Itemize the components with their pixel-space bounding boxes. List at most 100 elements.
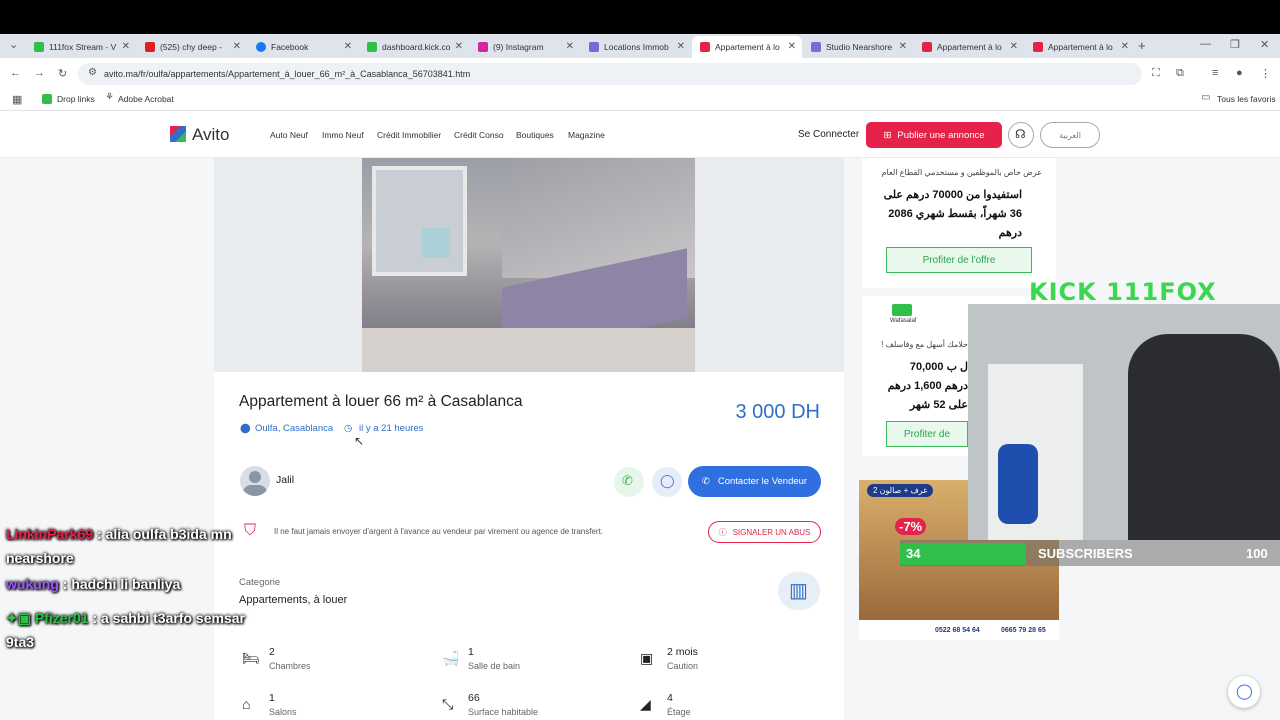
tab-7[interactable]: Studio Nearshore ✕ xyxy=(803,36,913,58)
category-value[interactable]: Appartements, à louer xyxy=(239,594,347,606)
instagram-icon xyxy=(478,42,488,52)
nav-credit-conso[interactable]: Crédit Conso xyxy=(454,130,504,140)
bookmark-adobe-acrobat[interactable]: Adobe Acrobat xyxy=(118,94,174,104)
deposit-icon: ▣ xyxy=(640,650,654,666)
close-icon[interactable]: ✕ xyxy=(122,41,130,52)
acrobat-icon: ⚘ xyxy=(105,92,114,103)
listing-photo[interactable] xyxy=(362,158,695,372)
webcam-overlay xyxy=(968,304,1280,540)
ad2-subtitle: حلامك أسهل مع وفاسلف ! xyxy=(881,340,968,349)
avito-icon xyxy=(1033,42,1043,52)
kick-icon xyxy=(367,42,377,52)
building-icon: ▥ xyxy=(789,580,808,602)
all-bookmarks[interactable]: Tous les favoris xyxy=(1217,94,1276,104)
forward-icon[interactable]: → xyxy=(34,67,45,79)
nav-credit-immobilier[interactable]: Crédit Immobilier xyxy=(377,130,441,140)
profile-icon[interactable]: ● xyxy=(1236,67,1243,79)
publish-button[interactable]: ⊞ Publier une annonce xyxy=(866,122,1002,148)
tab-1[interactable]: (525) chy deep - ✕ xyxy=(137,36,247,58)
seller-name[interactable]: Jalil xyxy=(276,474,294,486)
reload-icon[interactable]: ↻ xyxy=(58,67,67,80)
tab-2[interactable]: Facebook ✕ xyxy=(248,36,358,58)
login-link[interactable]: Se Connecter xyxy=(798,129,859,140)
site-info-icon[interactable]: ⚙ xyxy=(88,67,97,78)
new-tab-icon[interactable]: + xyxy=(1138,38,1146,53)
safety-warning: Il ne faut jamais envoyer d'argent à l'a… xyxy=(274,527,604,536)
ad1-offer-button[interactable]: Profiter de l'offre xyxy=(886,247,1032,273)
ad2-offer-button[interactable]: Profiter de xyxy=(886,421,968,447)
avito-icon xyxy=(811,42,821,52)
surface-icon: ⤡ xyxy=(442,696,454,712)
kick-icon xyxy=(34,42,44,52)
chat-button[interactable]: ◯ xyxy=(652,467,682,497)
close-icon[interactable]: ✕ xyxy=(788,41,796,52)
close-icon[interactable]: ✕ xyxy=(1010,41,1018,52)
listing-title: Appartement à louer 66 m² à Casablanca xyxy=(239,393,523,410)
avito-logo[interactable]: Avito xyxy=(192,125,230,145)
headset-icon: ☊ xyxy=(1015,127,1026,141)
restore-icon[interactable]: ❐ xyxy=(1230,38,1240,51)
report-abuse-button[interactable]: ⓘ SIGNALER UN ABUS xyxy=(708,521,821,543)
close-icon[interactable]: ✕ xyxy=(233,41,241,52)
url-input[interactable]: ⚙ avito.ma/fr/oulfa/appartements/Appartem… xyxy=(78,63,1142,85)
close-window-icon[interactable]: ✕ xyxy=(1260,38,1269,51)
close-icon[interactable]: ✕ xyxy=(455,41,463,52)
mouse-cursor-icon: ↖ xyxy=(354,434,365,448)
avito-icon xyxy=(589,42,599,52)
nav-auto-neuf[interactable]: Auto Neuf xyxy=(270,130,308,140)
whatsapp-button[interactable]: ✆ xyxy=(614,467,644,497)
chat-username: LinkinPark69 xyxy=(6,526,94,542)
tab-0[interactable]: 111fox Stream - V ✕ xyxy=(26,36,136,58)
ad3-phone-2: 0665 79 28 65 xyxy=(1001,627,1046,634)
avito-logo-icon[interactable] xyxy=(170,126,186,142)
chair-image xyxy=(422,228,450,258)
apps-icon[interactable]: ▦ xyxy=(12,93,22,106)
phone-icon: ✆ xyxy=(701,476,710,487)
screenshot-icon[interactable]: ⛶ xyxy=(1152,67,1160,80)
close-icon[interactable]: ✕ xyxy=(1121,41,1129,52)
tab-5[interactable]: Locations Immob ✕ xyxy=(581,36,691,58)
extensions-icon[interactable]: ⧉ xyxy=(1176,67,1184,80)
bookmarks-bar: ▦ Drop links ⚘ Adobe Acrobat ▭ Tous les … xyxy=(0,89,1280,111)
tab-6-active[interactable]: Appartement à lo ✕ xyxy=(692,36,802,58)
close-icon[interactable]: ✕ xyxy=(677,41,685,52)
tab-9[interactable]: Appartement à lo ✕ xyxy=(1025,36,1135,58)
back-icon[interactable]: ← xyxy=(10,67,21,79)
close-icon[interactable]: ✕ xyxy=(344,41,352,52)
floor-image xyxy=(362,328,695,372)
ad3-tag: 2 غرف + صالون xyxy=(867,484,934,497)
tab-4[interactable]: (9) Instagram ✕ xyxy=(470,36,580,58)
help-chat-button[interactable]: ◯ xyxy=(1228,676,1260,708)
minimize-icon[interactable]: — xyxy=(1200,38,1211,50)
chat-message: wukung : hadchi li banliya xyxy=(6,576,180,592)
close-icon[interactable]: ✕ xyxy=(899,41,907,52)
nav-magazine[interactable]: Magazine xyxy=(568,130,605,140)
tab-3[interactable]: dashboard.kick.co ✕ xyxy=(359,36,469,58)
feature-value: 66 xyxy=(468,692,480,704)
webcam-microphone xyxy=(998,444,1038,524)
nav-boutiques[interactable]: Boutiques xyxy=(516,130,554,140)
ad2-headline: ل ب 70,000 درهم 1,600 درهم على 52 شهر xyxy=(887,361,968,411)
feature-value: 4 xyxy=(667,692,673,704)
listing-location[interactable]: Oulfa, Casablanca xyxy=(255,423,333,434)
feature-value: 2 mois xyxy=(667,646,698,658)
facebook-icon xyxy=(256,42,266,52)
feature-label: Surface habitable xyxy=(468,707,539,717)
subscriber-goal: 100 xyxy=(1246,546,1268,561)
category-icon-badge: ▥ xyxy=(778,572,820,610)
avatar[interactable] xyxy=(240,466,270,496)
menu-icon[interactable]: ⋮ xyxy=(1260,67,1271,80)
sofa-icon: ⌂ xyxy=(242,696,251,712)
feature-label: Chambres xyxy=(269,661,311,671)
language-button[interactable]: العربية xyxy=(1040,122,1100,148)
close-icon[interactable]: ✕ xyxy=(566,41,574,52)
tab-search-icon[interactable]: ⌄ xyxy=(9,38,18,51)
bathtub-icon: 🛁 xyxy=(442,650,460,666)
add-icon: ⊞ xyxy=(883,129,892,141)
media-icon[interactable]: ≡ xyxy=(1212,67,1218,79)
tab-8[interactable]: Appartement à lo ✕ xyxy=(914,36,1024,58)
nav-immo-neuf[interactable]: Immo Neuf xyxy=(322,130,364,140)
support-button[interactable]: ☊ xyxy=(1008,122,1034,148)
bookmark-drop-links[interactable]: Drop links xyxy=(57,94,95,104)
contact-seller-button[interactable]: ✆ Contacter le Vendeur xyxy=(688,466,821,497)
